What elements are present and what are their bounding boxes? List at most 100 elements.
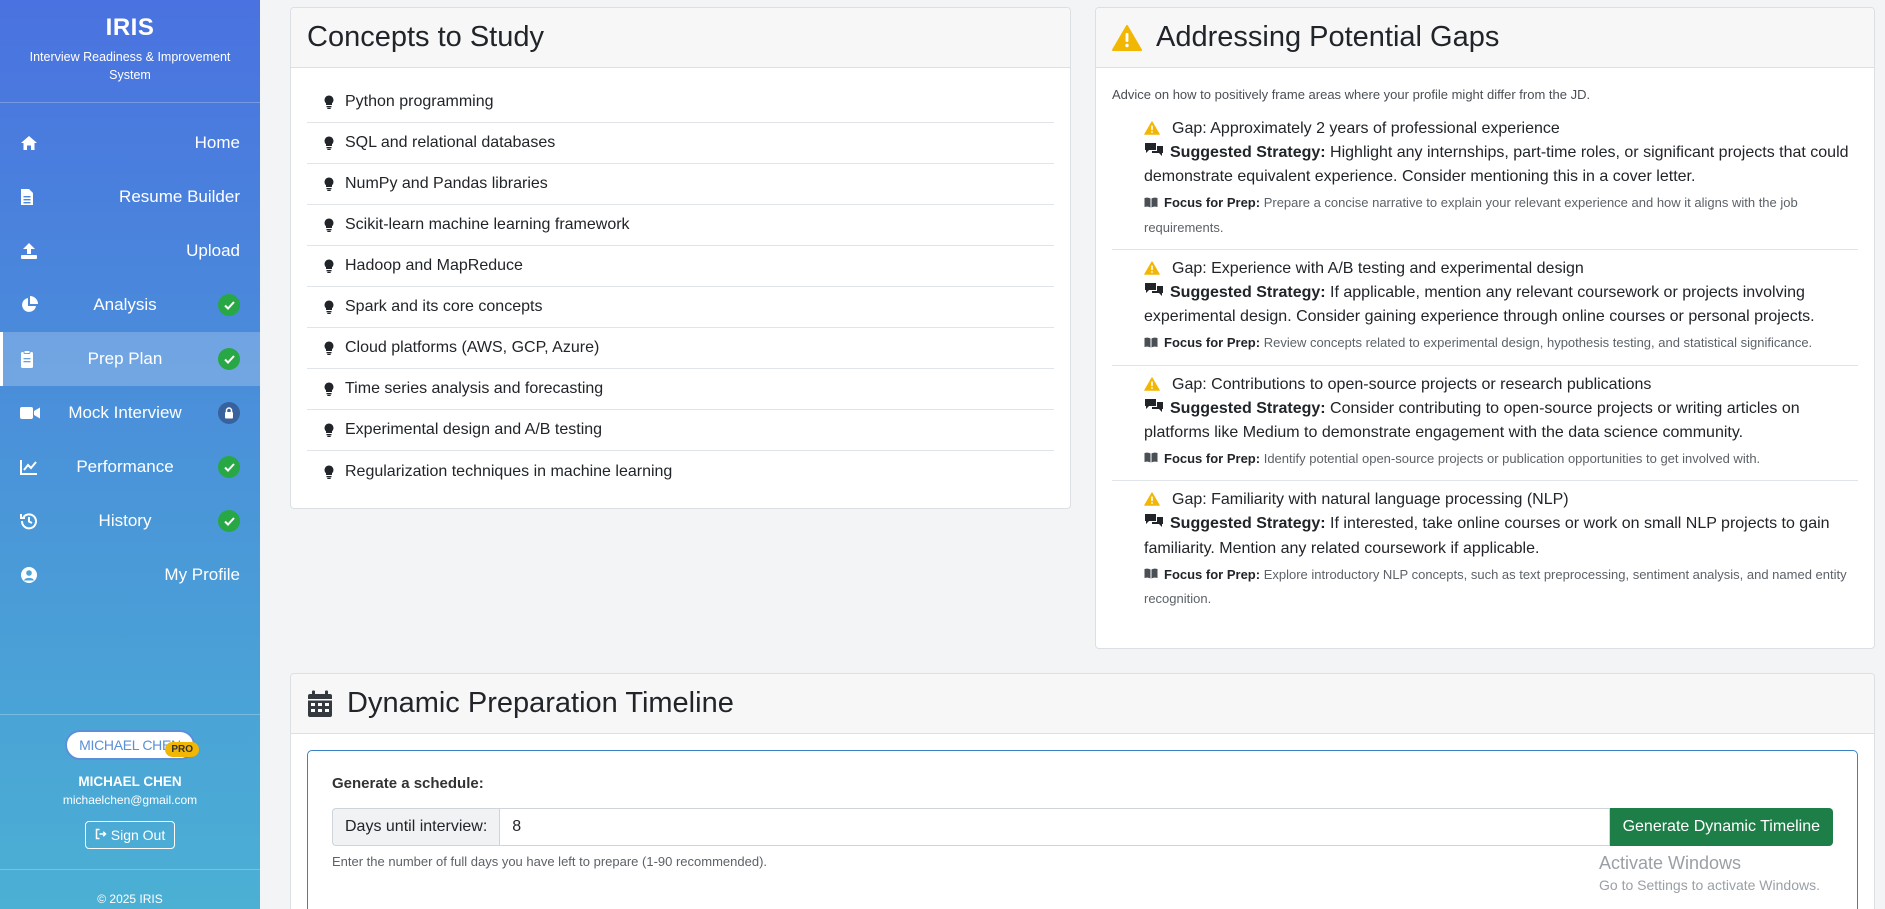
concept-label: NumPy and Pandas libraries [345, 175, 548, 192]
sidebar-item-performance[interactable]: Performance [0, 440, 260, 494]
strategy-label: Suggested Strategy: [1170, 399, 1326, 417]
gaps-title: Addressing Potential Gaps [1156, 21, 1500, 53]
gap-title: Gap: Experience with A/B testing and exp… [1172, 259, 1584, 277]
book-icon [1144, 447, 1158, 471]
upload-icon [20, 241, 46, 261]
sidebar-item-mock-interview[interactable]: Mock Interview [0, 386, 260, 440]
timeline-title: Dynamic Preparation Timeline [347, 687, 734, 719]
sign-out-label: Sign Out [110, 827, 166, 843]
concept-item: Spark and its core concepts [307, 287, 1054, 328]
check-icon [218, 510, 240, 532]
divider [0, 869, 260, 870]
watermark-title: Activate Windows [1599, 853, 1742, 873]
gap-item: Gap: Experience with A/B testing and exp… [1112, 250, 1858, 366]
gap-prep: Focus for Prep: Review concepts related … [1144, 331, 1858, 356]
brand: IRIS Interview Readiness & Improvement S… [0, 0, 260, 103]
sidebar-item-label: Mock Interview [68, 403, 182, 422]
gaps-intro: Advice on how to positively frame areas … [1112, 87, 1591, 102]
concept-item: Experimental design and A/B testing [307, 410, 1054, 451]
lightbulb-icon [324, 259, 336, 273]
gap-item: Gap: Familiarity with natural language p… [1112, 481, 1858, 620]
schedule-label: Generate a schedule: [332, 775, 484, 792]
profile-panel: MICHAEL CHEN PRO MICHAEL CHEN michaelche… [0, 714, 260, 909]
sidebar-item-label: Performance [76, 457, 174, 476]
gap-item: Gap: Contributions to open-source projec… [1112, 366, 1858, 482]
warning-icon [1144, 121, 1160, 140]
concept-item: Hadoop and MapReduce [307, 246, 1054, 287]
sidebar-item-history[interactable]: History [0, 494, 260, 548]
concept-label: Regularization techniques in machine lea… [345, 462, 673, 480]
concept-item: Cloud platforms (AWS, GCP, Azure) [307, 328, 1054, 369]
gap-strategy: Suggested Strategy: If applicable, menti… [1144, 281, 1858, 329]
concept-label: SQL and relational databases [345, 134, 556, 151]
lightbulb-icon [324, 136, 336, 150]
prep-label: Focus for Prep: [1164, 335, 1261, 351]
pro-badge: PRO [165, 742, 199, 757]
days-input-group: Days until interview: Generate Dynamic T… [332, 808, 1833, 846]
comments-icon [1144, 141, 1164, 165]
sign-out-icon [95, 827, 107, 843]
activate-windows-watermark: Activate Windows Go to Settings to activ… [1599, 853, 1820, 893]
user-circle-icon [20, 565, 46, 585]
concept-label: Spark and its core concepts [345, 298, 543, 315]
strategy-label: Suggested Strategy: [1170, 144, 1326, 162]
concept-label: Python programming [345, 93, 494, 110]
lock-icon [218, 402, 240, 424]
prep-text: Review concepts related to experimental … [1263, 335, 1813, 351]
strategy-label: Suggested Strategy: [1170, 515, 1326, 533]
book-icon [1144, 332, 1158, 356]
prep-label: Focus for Prep: [1164, 566, 1261, 582]
gap-prep: Focus for Prep: Identify potential open-… [1144, 447, 1858, 472]
book-icon [1144, 192, 1158, 216]
sidebar-item-label: Prep Plan [87, 349, 163, 368]
lightbulb-icon [324, 218, 336, 232]
check-icon [218, 348, 240, 370]
days-input[interactable] [499, 808, 1610, 846]
concept-label: Time series analysis and forecasting [345, 380, 604, 397]
concept-item: SQL and relational databases [307, 123, 1054, 164]
concept-list: Python programming SQL and relational dat… [291, 68, 1070, 492]
file-icon [20, 187, 46, 207]
comments-icon [1144, 512, 1164, 536]
sidebar-item-home[interactable]: Home [0, 116, 260, 170]
generate-timeline-button[interactable]: Generate Dynamic Timeline [1609, 808, 1833, 846]
warning-icon [1112, 24, 1142, 51]
concept-label: Experimental design and A/B testing [345, 421, 603, 438]
sidebar-item-label: My Profile [164, 565, 240, 584]
sidebar-nav: Home Resume Builder Upload Analysis Prep Pla… [0, 116, 260, 602]
sidebar-item-analysis[interactable]: Analysis [0, 278, 260, 332]
lightbulb-icon [324, 177, 336, 191]
concept-label: Scikit-learn machine learning framework [345, 216, 630, 233]
sidebar-item-resume-builder[interactable]: Resume Builder [0, 170, 260, 224]
video-icon [20, 403, 46, 423]
gap-title: Gap: Approximately 2 years of profession… [1172, 120, 1560, 137]
gap-prep: Focus for Prep: Prepare a concise narrat… [1144, 191, 1858, 240]
lightbulb-icon [324, 341, 336, 355]
gap-prep: Focus for Prep: Explore introductory NLP… [1144, 563, 1858, 612]
gap-strategy: Suggested Strategy: If interested, take … [1144, 512, 1858, 560]
line-chart-icon [20, 457, 46, 477]
avatar-wrap: MICHAEL CHEN PRO [65, 730, 199, 762]
comments-icon [1144, 281, 1164, 305]
sidebar-item-my-profile[interactable]: My Profile [0, 548, 260, 602]
home-icon [20, 133, 46, 153]
app-title: IRIS [105, 14, 155, 41]
concepts-title: Concepts to Study [307, 21, 544, 53]
days-label: Days until interview: [332, 808, 500, 846]
gap-title: Gap: Contributions to open-source projec… [1172, 375, 1652, 393]
sidebar-item-upload[interactable]: Upload [0, 224, 260, 278]
gaps-header: Addressing Potential Gaps [1096, 8, 1874, 68]
gap-title: Gap: Familiarity with natural language p… [1172, 491, 1569, 509]
sidebar-item-label: History [98, 511, 152, 530]
concepts-card: Concepts to Study Python programming SQL … [290, 7, 1071, 509]
book-icon [1144, 563, 1158, 587]
sidebar-item-prep-plan[interactable]: Prep Plan [0, 332, 260, 386]
concept-item: Time series analysis and forecasting [307, 369, 1054, 410]
check-icon [218, 456, 240, 478]
sidebar-item-label: Home [194, 133, 240, 152]
concept-item: NumPy and Pandas libraries [307, 164, 1054, 205]
sign-out-button[interactable]: Sign Out [84, 821, 176, 849]
sidebar-item-label: Analysis [93, 295, 157, 314]
prep-text: Identify potential open-source projects … [1263, 450, 1761, 466]
concepts-header: Concepts to Study [291, 8, 1070, 68]
